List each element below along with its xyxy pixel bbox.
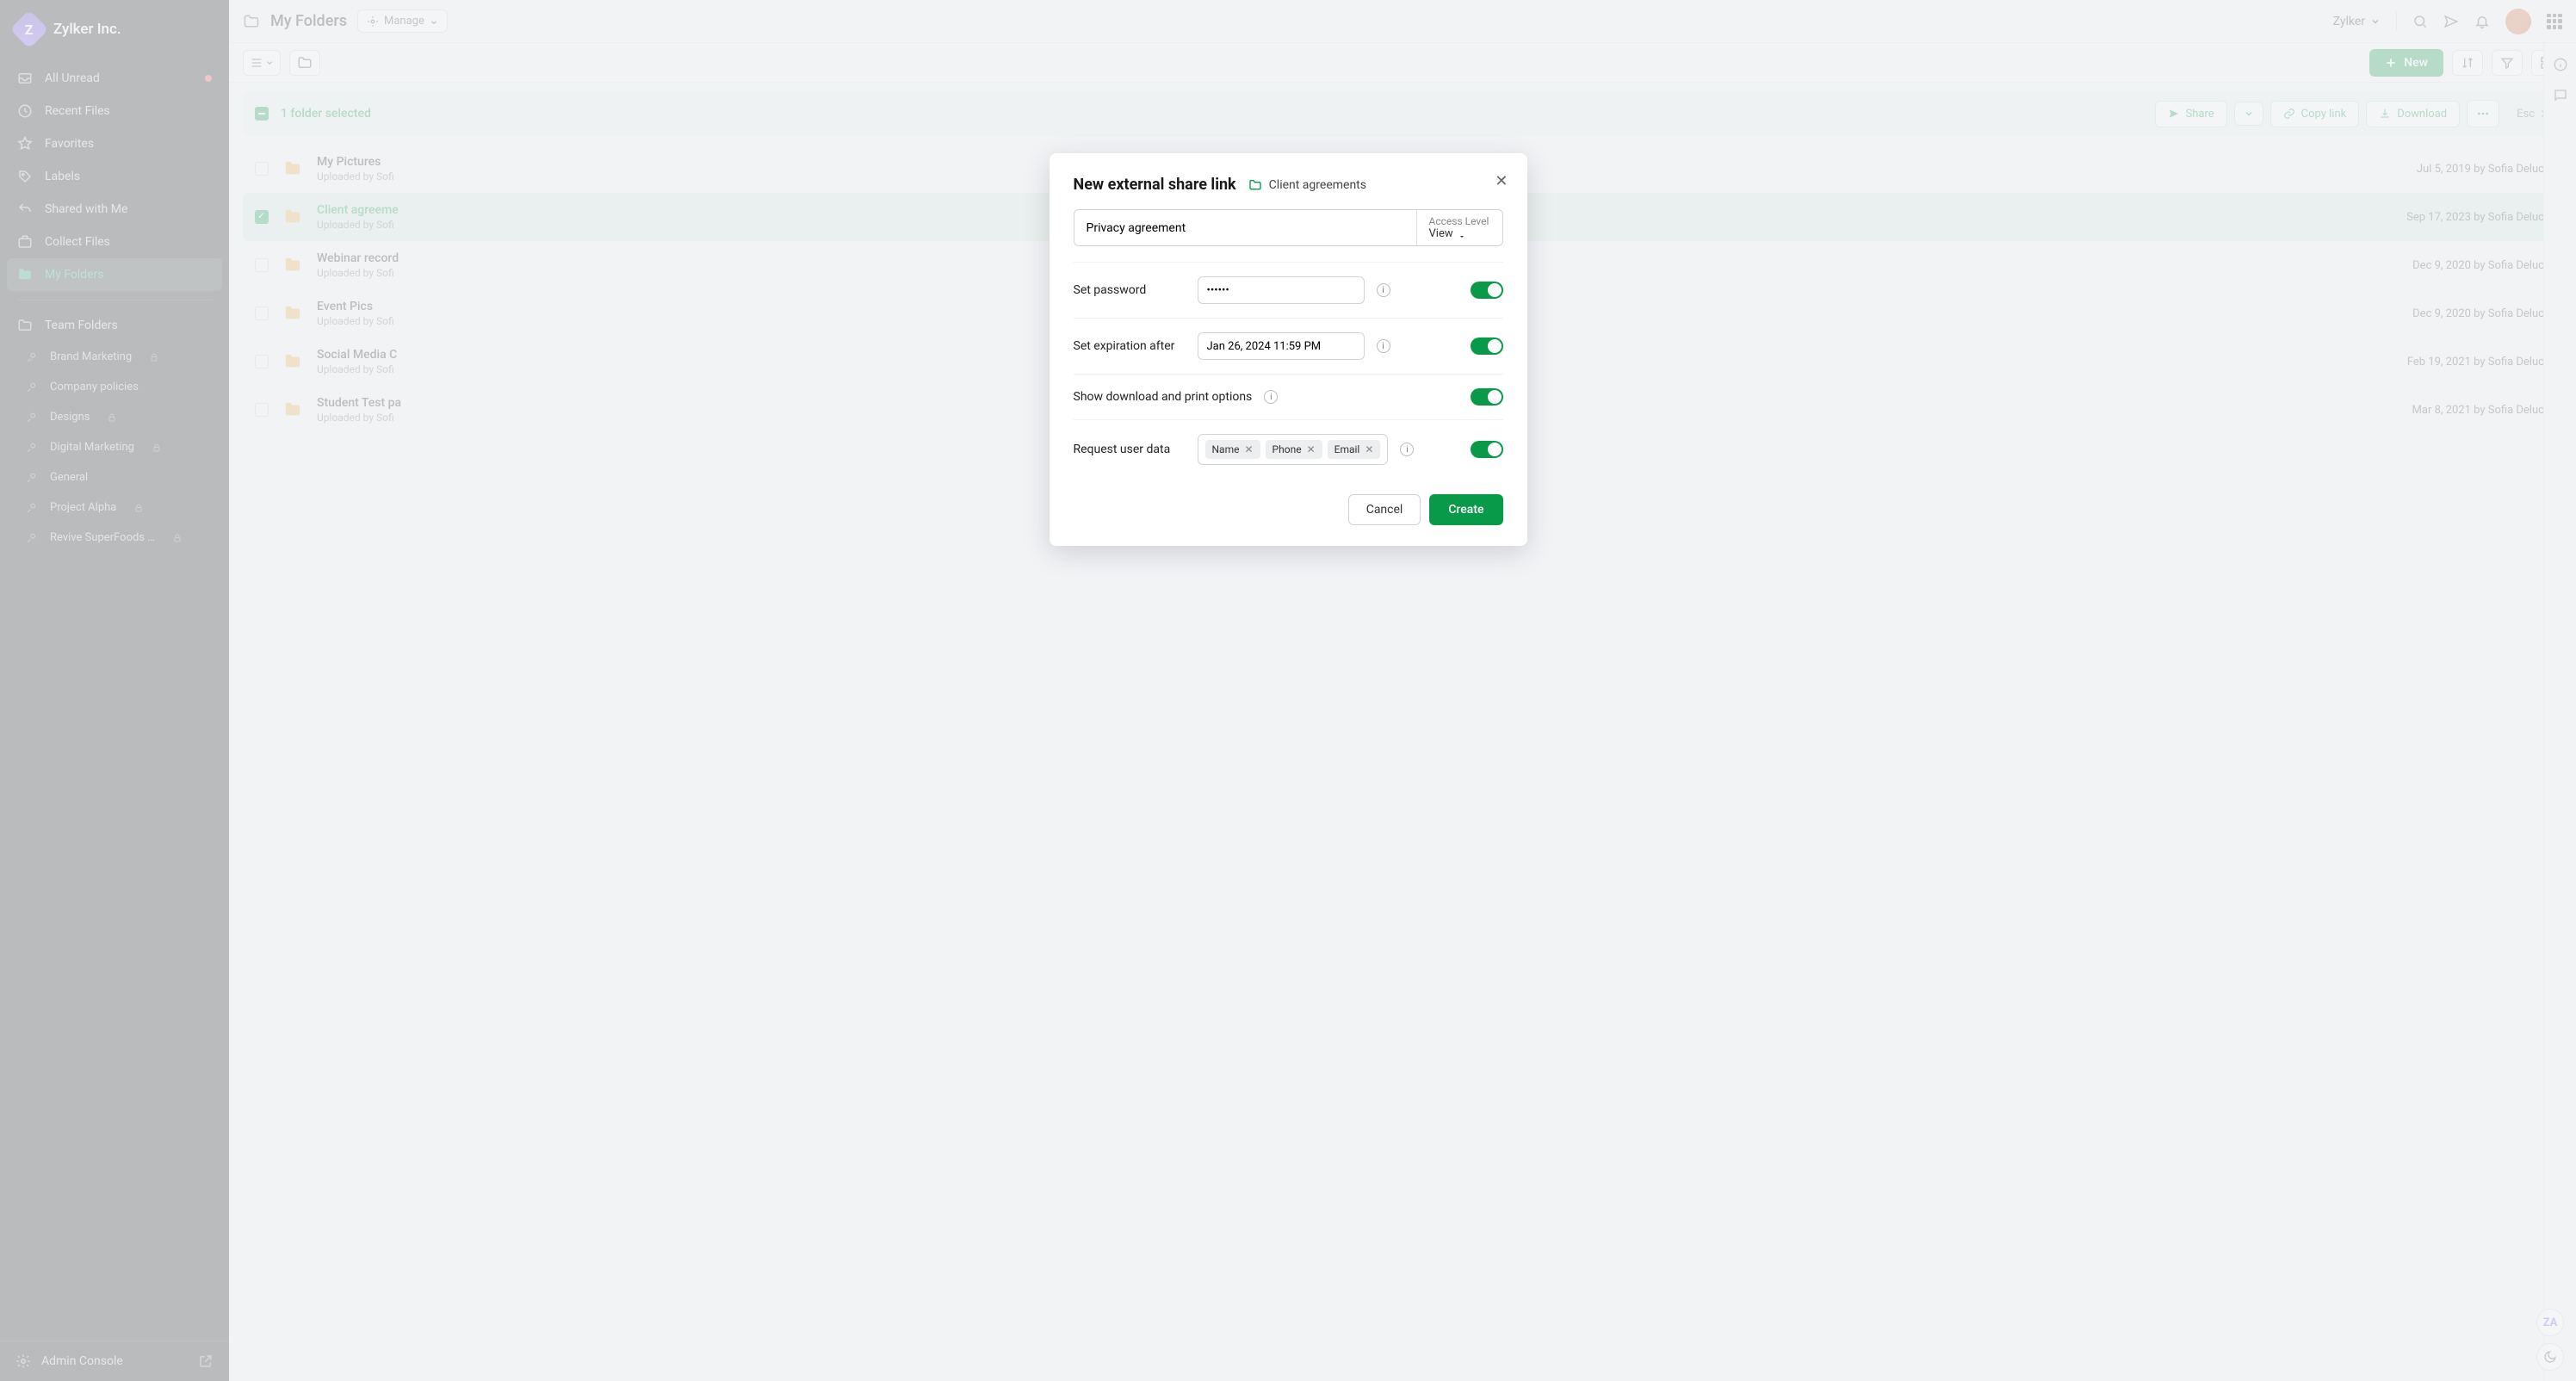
chip-remove-icon[interactable]: ✕ xyxy=(1307,443,1316,455)
download-info-icon[interactable]: i xyxy=(1264,390,1278,404)
share-link-modal: New external share link Client agreement… xyxy=(1050,153,1527,546)
password-input[interactable] xyxy=(1207,284,1350,297)
link-name-input[interactable] xyxy=(1074,210,1416,245)
expiration-label: Set expiration after xyxy=(1074,339,1186,353)
userdata-toggle[interactable] xyxy=(1471,441,1503,458)
modal-overlay: New external share link Client agreement… xyxy=(0,0,2576,1381)
chip-name: Name✕ xyxy=(1205,440,1260,459)
link-name-row: Access Level View xyxy=(1074,209,1503,246)
modal-title: New external share link xyxy=(1074,176,1236,194)
userdata-label: Request user data xyxy=(1074,443,1186,456)
userdata-chips[interactable]: Name✕ Phone✕ Email✕ xyxy=(1198,434,1389,465)
folder-green-icon xyxy=(1248,178,1262,192)
modal-close-button[interactable]: ✕ xyxy=(1495,172,1508,190)
access-level-select[interactable]: Access Level View xyxy=(1416,210,1502,245)
cancel-button[interactable]: Cancel xyxy=(1348,494,1421,525)
access-label: Access Level xyxy=(1429,215,1490,227)
password-label: Set password xyxy=(1074,283,1186,297)
chip-email: Email✕ xyxy=(1328,440,1381,459)
expiration-input[interactable] xyxy=(1207,340,1350,353)
access-value: View xyxy=(1429,227,1490,240)
modal-folder-name: Client agreements xyxy=(1269,178,1366,192)
modal-header: New external share link Client agreement… xyxy=(1074,176,1503,194)
download-row: Show download and print options i xyxy=(1074,374,1503,419)
expiration-row: Set expiration after i xyxy=(1074,318,1503,374)
chip-phone: Phone✕ xyxy=(1266,440,1322,459)
password-toggle[interactable] xyxy=(1471,282,1503,299)
download-toggle[interactable] xyxy=(1471,388,1503,406)
chip-remove-icon[interactable]: ✕ xyxy=(1244,443,1253,455)
chevron-down-icon xyxy=(1458,231,1465,238)
password-row: Set password i xyxy=(1074,262,1503,318)
expiration-info-icon[interactable]: i xyxy=(1377,339,1390,353)
create-button[interactable]: Create xyxy=(1429,494,1502,525)
expiration-input-wrap xyxy=(1198,332,1365,360)
userdata-row: Request user data Name✕ Phone✕ Email✕ i xyxy=(1074,419,1503,479)
modal-actions: Cancel Create xyxy=(1074,494,1503,525)
download-label: Show download and print options xyxy=(1074,390,1253,404)
userdata-info-icon[interactable]: i xyxy=(1400,443,1414,456)
password-input-wrap xyxy=(1198,276,1365,304)
password-info-icon[interactable]: i xyxy=(1377,283,1390,297)
modal-folder-ref: Client agreements xyxy=(1248,178,1366,192)
expiration-toggle[interactable] xyxy=(1471,338,1503,355)
chip-remove-icon[interactable]: ✕ xyxy=(1365,443,1373,455)
